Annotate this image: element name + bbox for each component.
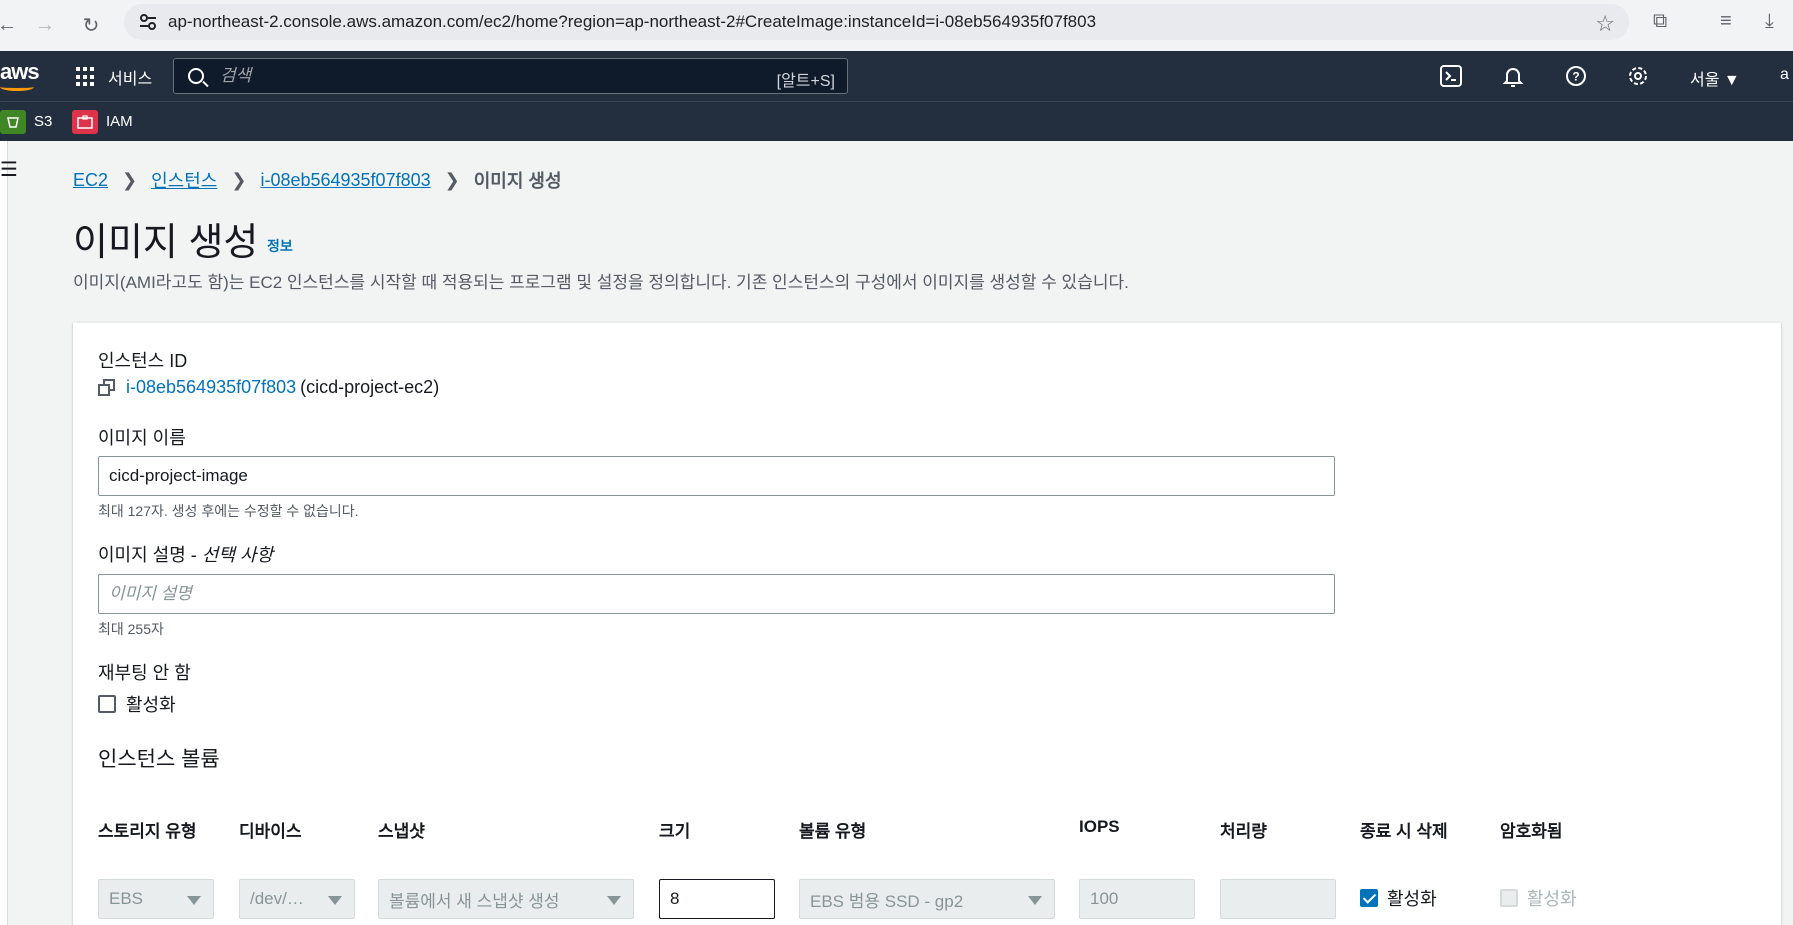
volume-size-input[interactable] — [659, 879, 775, 919]
account-menu[interactable]: a — [1780, 66, 1789, 84]
s3-bucket-icon — [0, 109, 26, 134]
storage-type-select: EBS — [98, 879, 214, 919]
caret-down-icon — [1028, 896, 1042, 905]
image-description-label: 이미지 설명 - 선택 사항 — [98, 545, 274, 565]
image-name-help: 최대 127자. 생성 후에는 수정할 수 없습니다. — [98, 503, 359, 519]
breadcrumb-instances[interactable]: 인스턴스 — [151, 167, 217, 193]
create-image-form: 인스턴스 ID i-08eb564935f07f803 (cicd-projec… — [73, 322, 1781, 925]
col-header-delete-on-termination: 종료 시 삭제 — [1360, 822, 1448, 841]
caret-down-icon — [607, 896, 621, 905]
url-text[interactable]: ap-northeast-2.console.aws.amazon.com/ec… — [168, 12, 1096, 32]
chevron-right-icon: ❯ — [231, 169, 247, 190]
services-menu-button[interactable]: 서비스 — [76, 65, 152, 89]
page-title: 이미지 생성 — [73, 222, 259, 264]
volume-type-select: EBS 범용 SSD - gp2 — [799, 879, 1055, 919]
search-shortcut: [알트+S] — [776, 73, 835, 90]
instance-id-link[interactable]: i-08eb564935f07f803 — [126, 377, 296, 398]
image-name-label: 이미지 이름 — [98, 428, 186, 448]
forward-icon[interactable]: → — [30, 10, 60, 40]
favorite-s3[interactable]: S3 — [0, 109, 52, 134]
image-name-input[interactable] — [98, 456, 1335, 496]
col-header-snapshot: 스냅샷 — [378, 822, 425, 841]
copy-icon[interactable] — [98, 378, 116, 397]
page-description: 이미지(AMI라고도 함)는 EC2 인스턴스를 시작할 때 적용되는 프로그램… — [73, 273, 1129, 292]
no-reboot-label: 재부팅 안 함 — [98, 663, 191, 683]
no-reboot-checkbox[interactable] — [98, 695, 116, 713]
bookmark-star-icon[interactable]: ☆ — [1595, 11, 1615, 37]
menu-hamburger-icon[interactable]: ☰ — [0, 157, 18, 182]
chevron-right-icon: ❯ — [444, 169, 460, 190]
search-box[interactable]: [알트+S] — [173, 58, 848, 94]
no-reboot-checkbox-label[interactable]: 활성화 — [126, 691, 176, 717]
favorite-iam[interactable]: IAM — [72, 109, 133, 134]
device-select: /dev/… — [239, 879, 355, 919]
col-header-device: 디바이스 — [239, 822, 302, 841]
instance-volumes-title: 인스턴스 볼륨 — [98, 748, 220, 771]
back-icon[interactable]: ← — [0, 10, 22, 40]
col-header-storage-type: 스토리지 유형 — [98, 822, 197, 841]
chevron-right-icon: ❯ — [122, 169, 138, 190]
cloudshell-icon[interactable] — [1439, 64, 1463, 88]
iam-icon — [72, 109, 98, 134]
side-nav-collapsed — [0, 141, 8, 925]
aws-top-nav: aws 서비스 [알트+S] ? 서울 ▼ a — [0, 51, 1793, 101]
help-icon[interactable]: ? — [1564, 64, 1588, 88]
delete-on-termination-label[interactable]: 활성화 — [1387, 885, 1437, 911]
col-header-iops: IOPS — [1079, 817, 1120, 836]
info-link[interactable]: 정보 — [267, 236, 293, 256]
throughput-input — [1220, 879, 1336, 919]
settings-gear-icon[interactable] — [1626, 64, 1650, 88]
media-queue-icon[interactable]: ≡ — [1720, 10, 1732, 33]
caret-down-icon — [328, 896, 342, 905]
address-bar[interactable]: ap-northeast-2.console.aws.amazon.com/ec… — [124, 4, 1629, 40]
iops-input: 100 — [1079, 879, 1195, 919]
svg-text:?: ? — [1572, 70, 1579, 84]
reload-icon[interactable]: ↻ — [76, 10, 106, 40]
search-input[interactable] — [220, 66, 740, 86]
instance-name: (cicd-project-ec2) — [300, 377, 440, 397]
image-description-help: 최대 255자 — [98, 621, 164, 637]
delete-on-termination-checkbox[interactable] — [1360, 889, 1378, 907]
region-selector[interactable]: 서울 ▼ — [1690, 66, 1740, 90]
encrypted-checkbox — [1500, 889, 1518, 907]
extensions-icon[interactable]: ⧉ — [1653, 10, 1667, 33]
image-description-input[interactable] — [98, 574, 1335, 614]
instance-id-row: i-08eb564935f07f803 (cicd-project-ec2) — [98, 377, 439, 398]
search-icon — [188, 68, 204, 84]
encrypted-label: 활성화 — [1527, 889, 1577, 909]
notifications-bell-icon[interactable] — [1501, 64, 1525, 88]
browser-toolbar: ← → ↻ ap-northeast-2.console.aws.amazon.… — [0, 0, 1793, 51]
breadcrumb-instance-id[interactable]: i-08eb564935f07f803 — [260, 170, 430, 191]
caret-down-icon — [187, 896, 201, 905]
services-label: 서비스 — [108, 71, 153, 88]
breadcrumb: EC2 ❯ 인스턴스 ❯ i-08eb564935f07f803 ❯ 이미지 생… — [73, 167, 562, 193]
download-icon[interactable]: ⤓ — [1765, 10, 1774, 33]
col-header-encrypted: 암호화됨 — [1500, 822, 1563, 841]
aws-smile-icon — [0, 83, 34, 91]
instance-id-label: 인스턴스 ID — [98, 351, 188, 371]
breadcrumb-current: 이미지 생성 — [473, 171, 562, 191]
col-header-volume-type: 볼륨 유형 — [799, 822, 867, 841]
col-header-size: 크기 — [659, 822, 691, 841]
snapshot-select: 볼륨에서 새 스냅샷 생성 — [378, 879, 634, 919]
grid-icon — [76, 67, 96, 87]
site-settings-icon[interactable] — [138, 12, 158, 32]
breadcrumb-ec2[interactable]: EC2 — [73, 170, 108, 191]
favorites-bar: S3 IAM — [0, 101, 1793, 141]
col-header-throughput: 처리량 — [1220, 822, 1267, 841]
